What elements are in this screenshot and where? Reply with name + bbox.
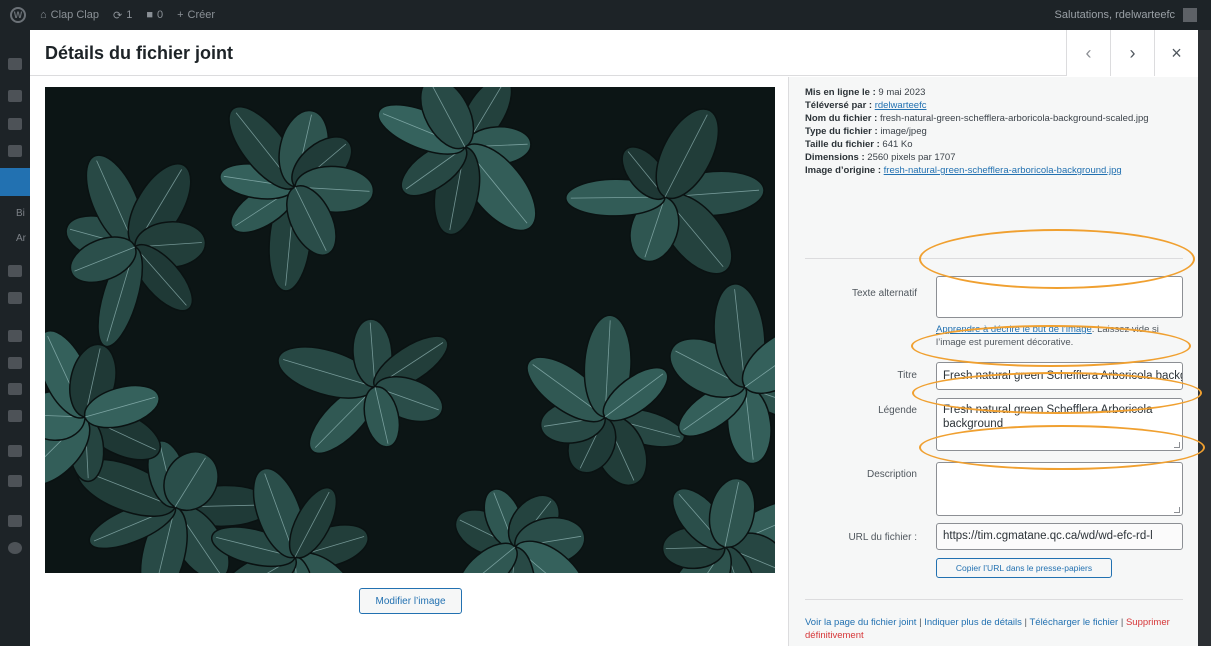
next-button[interactable]: › — [1110, 30, 1154, 76]
account-greeting[interactable]: Salutations, rdelwarteefc — [1055, 9, 1175, 21]
tools-icon[interactable] — [8, 410, 22, 422]
dimensions-row: Dimensions : 2560 pixels par 1707 — [805, 152, 956, 163]
alt-text-label: Texte alternatif — [851, 288, 917, 299]
original-image-row: Image d’origine : fresh-natural-green-sc… — [805, 165, 1122, 176]
bar-icon[interactable] — [8, 515, 22, 527]
alt-text-help: Apprendre à décrire le but de l’image. L… — [936, 324, 1159, 348]
attachment-actions: Voir la page du fichier joint | Indiquer… — [805, 617, 1170, 641]
pin-icon[interactable] — [8, 90, 22, 102]
close-button[interactable]: × — [1154, 30, 1198, 76]
uploaded-by-link[interactable]: rdelwarteefc — [875, 100, 927, 111]
comments-link[interactable]: ■ 0 — [146, 9, 163, 21]
wordpress-logo-icon[interactable]: W — [10, 7, 26, 23]
plugins-icon[interactable] — [8, 357, 22, 369]
resize-handle-icon[interactable] — [1174, 507, 1180, 513]
download-file-link[interactable]: Télécharger le fichier — [1029, 617, 1118, 628]
description-textarea[interactable] — [936, 462, 1183, 516]
title-input[interactable]: Fresh natural green Schefflera Arboricol… — [936, 362, 1183, 390]
uploaded-on-row: Mis en ligne le : 9 mai 2023 — [805, 87, 926, 98]
users-icon[interactable] — [8, 383, 22, 395]
attachment-details-modal: Détails du fichier joint ‹ › × Modifier … — [30, 30, 1198, 646]
pages-icon[interactable] — [8, 265, 22, 277]
previous-button[interactable]: ‹ — [1066, 30, 1110, 76]
file-url-input[interactable]: https://tim.cgmatane.qc.ca/wd/wd-efc-rd-… — [936, 523, 1183, 550]
attachment-info-sidebar: Mis en ligne le : 9 mai 2023 Téléversé p… — [788, 77, 1198, 646]
media-active-icon[interactable] — [0, 168, 30, 196]
copy-url-button[interactable]: Copier l’URL dans le presse-papiers — [936, 558, 1112, 578]
admin-bar: W ⌂ Clap Clap ⟳ 1 ■ 0 + Créer Salutation… — [0, 0, 1211, 30]
alt-text-help-link[interactable]: Apprendre à décrire le but de l’image — [936, 324, 1092, 335]
new-content-link[interactable]: + Créer — [177, 9, 215, 21]
title-label: Titre — [897, 370, 917, 381]
caption-textarea[interactable]: Fresh natural green Schefflera Arboricol… — [936, 398, 1183, 451]
file-url-label: URL du fichier : — [848, 532, 917, 543]
background-strip — [1198, 30, 1211, 646]
caption-label: Légende — [878, 405, 917, 416]
appearance-icon[interactable] — [8, 330, 22, 342]
collapse-menu-icon[interactable] — [8, 542, 22, 554]
menu-item-label[interactable]: Ar — [16, 233, 26, 244]
resize-handle-icon[interactable] — [1174, 442, 1180, 448]
filetype-row: Type du fichier : image/jpeg — [805, 126, 927, 137]
comments-icon[interactable] — [8, 292, 22, 304]
close-icon: × — [1171, 42, 1182, 63]
avatar[interactable] — [1183, 8, 1197, 22]
settings-icon[interactable] — [8, 445, 22, 457]
description-label: Description — [866, 469, 917, 480]
chevron-left-icon: ‹ — [1085, 42, 1092, 63]
filesize-row: Taille du fichier : 641 Ko — [805, 139, 913, 150]
admin-sidebar-menu: Bi Ar — [0, 30, 30, 646]
menu-item-label[interactable]: Bi — [16, 208, 25, 219]
table-icon[interactable] — [8, 475, 22, 487]
attachment-image — [45, 87, 775, 573]
star-icon[interactable] — [8, 145, 22, 157]
modal-title: Détails du fichier joint — [45, 43, 234, 63]
leaves-photo — [45, 87, 775, 573]
divider — [805, 258, 1183, 259]
modal-header: Détails du fichier joint ‹ › × — [30, 30, 1198, 76]
comment-icon: ■ — [146, 9, 153, 21]
alt-text-textarea[interactable] — [936, 276, 1183, 318]
uploaded-by-row: Téléversé par : rdelwarteefc — [805, 100, 927, 111]
view-attachment-page-link[interactable]: Voir la page du fichier joint — [805, 617, 916, 628]
site-name-link[interactable]: ⌂ Clap Clap — [40, 9, 99, 21]
image-preview-area: Modifier l’image — [30, 77, 788, 646]
filename-row: Nom du fichier : fresh-natural-green-sch… — [805, 113, 1149, 124]
plus-icon: + — [177, 9, 184, 21]
original-image-link[interactable]: fresh-natural-green-schefflera-arboricol… — [884, 165, 1122, 176]
divider — [805, 599, 1183, 600]
dashboard-icon[interactable] — [8, 58, 22, 70]
updates-link[interactable]: ⟳ 1 — [113, 9, 132, 22]
media-icon[interactable] — [8, 118, 22, 130]
edit-more-details-link[interactable]: Indiquer plus de détails — [924, 617, 1022, 628]
chevron-right-icon: › — [1129, 42, 1136, 63]
file-details: Mis en ligne le : 9 mai 2023 Téléversé p… — [805, 86, 1185, 177]
edit-image-button[interactable]: Modifier l’image — [359, 588, 462, 614]
refresh-icon: ⟳ — [112, 9, 123, 22]
home-icon: ⌂ — [40, 9, 47, 21]
